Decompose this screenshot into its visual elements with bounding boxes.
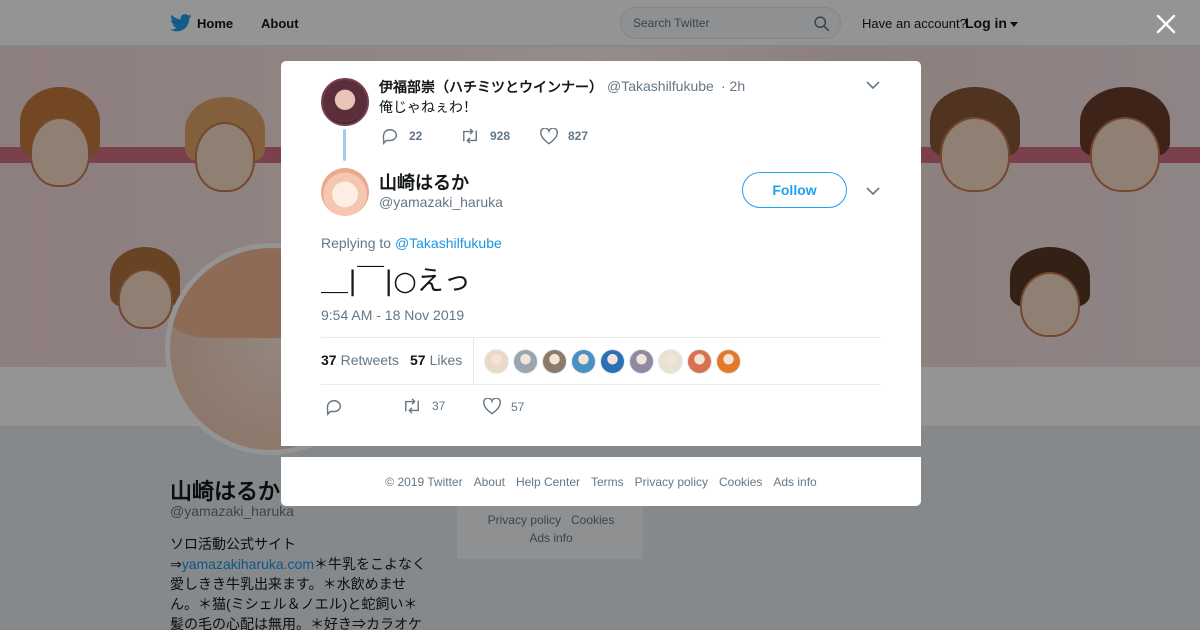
- author-avatar[interactable]: [321, 168, 369, 216]
- reply-icon: [382, 129, 397, 145]
- replying-to: Replying to @Takashilfukube: [321, 235, 502, 251]
- liker-avatar[interactable]: [513, 349, 538, 374]
- liker-avatar[interactable]: [484, 349, 509, 374]
- replying-to-label: Replying to: [321, 235, 392, 251]
- close-icon[interactable]: [1154, 12, 1178, 36]
- liker-avatar[interactable]: [542, 349, 567, 374]
- reply-action[interactable]: [325, 398, 353, 416]
- author-name[interactable]: 山崎はるか: [379, 169, 469, 195]
- replying-to-handle-link[interactable]: @Takashilfukube: [395, 235, 502, 251]
- retweet-action[interactable]: 37: [402, 398, 445, 414]
- follow-button[interactable]: Follow: [742, 172, 847, 208]
- retweet-count: 928: [490, 129, 511, 143]
- liker-avatars: [484, 349, 745, 374]
- thread-connector-line: [343, 129, 346, 161]
- parent-author-handle[interactable]: @Takashilfukube: [607, 78, 714, 94]
- tweet-permalink-modal: 伊福部崇（ハチミツとウインナー） @Takashilfukube · 2h 俺じ…: [281, 61, 921, 446]
- tweet-timestamp[interactable]: 9:54 AM - 18 Nov 2019: [321, 307, 464, 323]
- like-count: 827: [568, 129, 589, 143]
- chevron-down-icon[interactable]: [866, 80, 880, 90]
- parent-reply-action[interactable]: 22: [381, 127, 422, 145]
- parent-like-action[interactable]: 827: [540, 127, 588, 145]
- likes-stat-count: 57: [410, 352, 426, 368]
- like-action[interactable]: 57: [483, 398, 524, 415]
- tweet-stats: 37 Retweets 57 Likes: [321, 337, 881, 385]
- retweet-action-count: 37: [432, 399, 446, 413]
- parent-author-avatar[interactable]: [321, 78, 369, 126]
- retweet-icon: [463, 128, 477, 144]
- liker-avatar[interactable]: [658, 349, 683, 374]
- stats-divider: [473, 338, 474, 385]
- footer-ads-info-link[interactable]: Ads info: [773, 475, 816, 489]
- liker-avatar[interactable]: [687, 349, 712, 374]
- footer-copyright: © 2019 Twitter: [385, 475, 463, 489]
- likes-stat-label: Likes: [429, 352, 463, 368]
- footer-cookies-link[interactable]: Cookies: [719, 475, 762, 489]
- footer-privacy-link[interactable]: Privacy policy: [635, 475, 708, 489]
- retweets-stat-count: 37: [321, 352, 337, 368]
- liker-avatar[interactable]: [600, 349, 625, 374]
- likes-stat-link[interactable]: 57 Likes: [410, 352, 462, 368]
- footer-help-center-link[interactable]: Help Center: [516, 475, 580, 489]
- like-action-count: 57: [511, 399, 525, 414]
- reply-icon: [326, 400, 341, 416]
- liker-avatar[interactable]: [571, 349, 596, 374]
- heart-icon: [540, 127, 558, 145]
- parent-tweet-time[interactable]: · 2h: [721, 78, 745, 94]
- liker-avatar[interactable]: [629, 349, 654, 374]
- parent-retweet-action[interactable]: 928: [460, 127, 510, 145]
- author-handle[interactable]: @yamazaki_haruka: [379, 194, 503, 210]
- tweet-text: ＿|￣|○えっ: [321, 266, 471, 297]
- retweet-icon: [405, 398, 419, 414]
- parent-tweet-text: 俺じゃねぇわ！: [379, 99, 477, 115]
- heart-icon: [483, 398, 501, 415]
- parent-author-name[interactable]: 伊福部崇（ハチミツとウインナー）: [379, 77, 603, 97]
- footer-terms-link[interactable]: Terms: [591, 475, 624, 489]
- chevron-down-icon[interactable]: [866, 186, 880, 196]
- footer-links: © 2019 Twitter About Help Center Terms P…: [385, 475, 816, 489]
- retweets-stat-link[interactable]: 37 Retweets: [321, 352, 399, 368]
- modal-footer: © 2019 Twitter About Help Center Terms P…: [281, 457, 921, 506]
- liker-avatar[interactable]: [716, 349, 741, 374]
- retweets-stat-label: Retweets: [340, 352, 399, 368]
- footer-about-link[interactable]: About: [474, 475, 505, 489]
- reply-count: 22: [409, 129, 423, 143]
